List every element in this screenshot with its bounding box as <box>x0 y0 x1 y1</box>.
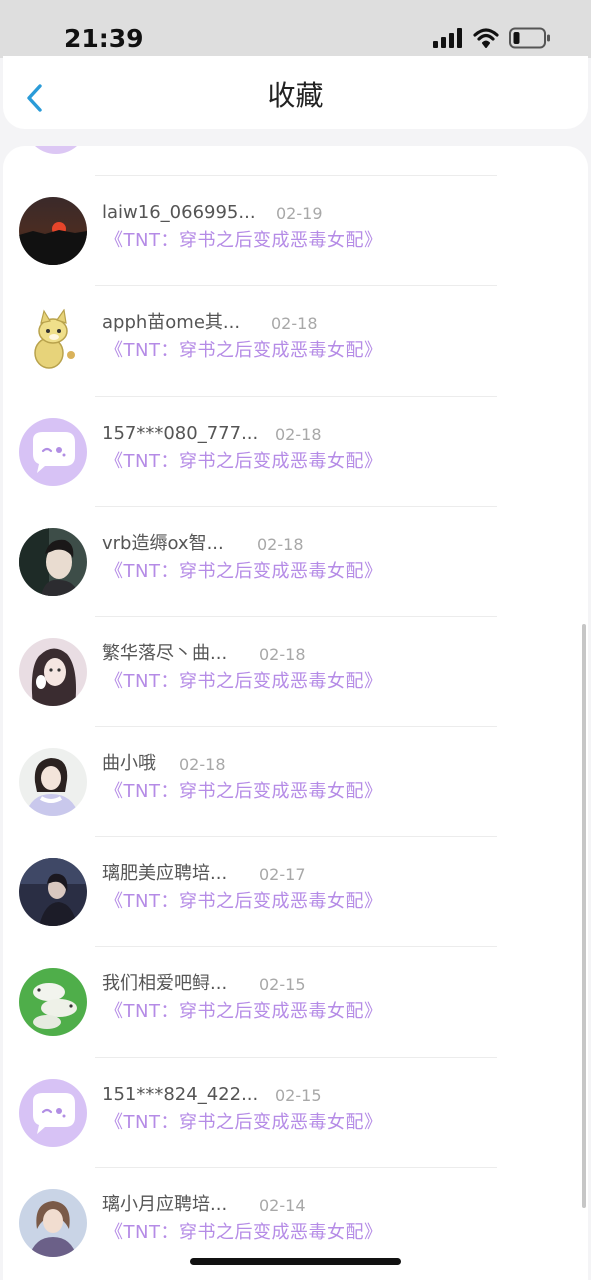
boy-avatar <box>19 528 87 596</box>
status-time: 21:39 <box>64 24 144 53</box>
partial-avatar <box>23 146 89 154</box>
novel-link[interactable]: 《TNT：穿书之后变成恶毒女配》 <box>105 560 382 584</box>
novel-link[interactable]: 《TNT：穿书之后变成恶毒女配》 <box>105 780 382 804</box>
favorites-list[interactable]: laiw16_066995... 02-19 《TNT：穿书之后变成恶毒女配》 … <box>3 146 588 1280</box>
birds-avatar <box>19 968 87 1036</box>
list-item[interactable]: apph苗ome其... 02-18 《TNT：穿书之后变成恶毒女配》 <box>3 301 588 411</box>
user-name: vrb造缛ox智... <box>102 533 224 554</box>
wifi-icon <box>473 28 499 52</box>
divider <box>95 175 497 176</box>
item-date: 02-14 <box>259 1196 306 1215</box>
user-name: 我们相爱吧鲟... <box>102 973 228 994</box>
dark-girl-avatar <box>19 858 87 926</box>
list-item[interactable]: 璃小月应聘培... 02-14 《TNT：穿书之后变成恶毒女配》 <box>3 1183 588 1280</box>
divider <box>95 726 497 727</box>
novel-link[interactable]: 《TNT：穿书之后变成恶毒女配》 <box>105 1221 382 1245</box>
novel-link[interactable]: 《TNT：穿书之后变成恶毒女配》 <box>105 229 382 253</box>
default-chat-avatar <box>19 418 87 486</box>
item-date: 02-18 <box>259 645 306 664</box>
home-indicator[interactable] <box>190 1258 401 1265</box>
sunset-avatar <box>19 197 87 265</box>
user-name: 璃肥美应聘培... <box>102 863 228 884</box>
status-icons <box>433 27 551 53</box>
item-date: 02-18 <box>257 535 304 554</box>
list-item[interactable]: 我们相爱吧鲟... 02-15 《TNT：穿书之后变成恶毒女配》 <box>3 962 588 1072</box>
portrait-girl-avatar <box>19 1189 87 1257</box>
user-name: 曲小哦 <box>102 753 156 774</box>
divider <box>95 946 497 947</box>
divider <box>95 506 497 507</box>
novel-link[interactable]: 《TNT：穿书之后变成恶毒女配》 <box>105 1000 382 1024</box>
dog-avatar <box>19 307 87 375</box>
battery-icon <box>509 27 551 53</box>
nav-header: 收藏 <box>3 56 588 129</box>
user-name: 151***824_422... <box>102 1084 259 1105</box>
item-date: 02-18 <box>275 425 322 444</box>
user-name: 繁华落尽丶曲... <box>102 643 228 664</box>
item-date: 02-18 <box>271 314 318 333</box>
divider <box>95 1167 497 1168</box>
user-name: 157***080_777... <box>102 423 259 444</box>
user-name: 璃小月应聘培... <box>102 1194 228 1215</box>
divider <box>95 616 497 617</box>
novel-link[interactable]: 《TNT：穿书之后变成恶毒女配》 <box>105 339 382 363</box>
item-date: 02-18 <box>179 755 226 774</box>
item-date: 02-15 <box>275 1086 322 1105</box>
signal-icon <box>433 28 463 52</box>
default-chat-avatar <box>19 1079 87 1147</box>
novel-link[interactable]: 《TNT：穿书之后变成恶毒女配》 <box>105 670 382 694</box>
item-date: 02-15 <box>259 975 306 994</box>
girl-photo-avatar <box>19 748 87 816</box>
user-name: apph苗ome其... <box>102 312 241 333</box>
divider <box>95 836 497 837</box>
divider <box>95 396 497 397</box>
page-title: 收藏 <box>267 79 324 112</box>
item-date: 02-19 <box>276 204 323 223</box>
girl-drawing-avatar <box>19 638 87 706</box>
divider <box>95 1057 497 1058</box>
item-date: 02-17 <box>259 865 306 884</box>
novel-link[interactable]: 《TNT：穿书之后变成恶毒女配》 <box>105 450 382 474</box>
user-name: laiw16_066995... <box>102 202 256 223</box>
scrollbar[interactable] <box>582 624 586 1208</box>
novel-link[interactable]: 《TNT：穿书之后变成恶毒女配》 <box>105 1111 382 1135</box>
divider <box>95 285 497 286</box>
status-bar: 21:39 <box>0 0 591 58</box>
novel-link[interactable]: 《TNT：穿书之后变成恶毒女配》 <box>105 890 382 914</box>
